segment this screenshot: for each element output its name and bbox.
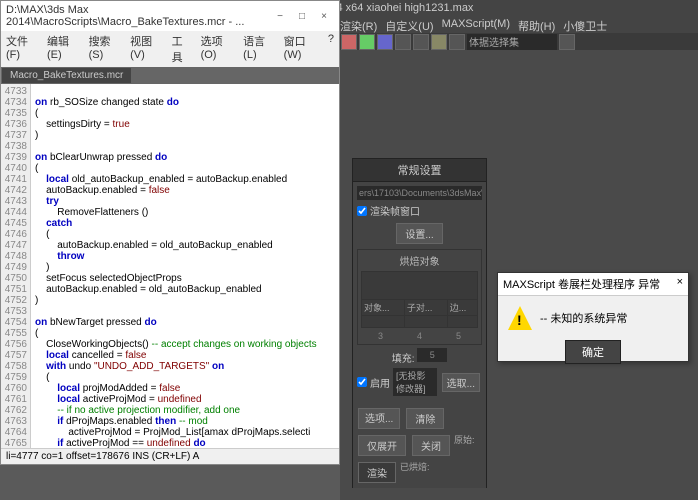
- pick-button[interactable]: 选取...: [442, 373, 480, 392]
- toolbar-icon[interactable]: [395, 34, 411, 50]
- menu-help[interactable]: ?: [328, 33, 334, 65]
- menu-language[interactable]: 语言(L): [243, 33, 274, 65]
- clear-button[interactable]: 清除: [406, 408, 444, 429]
- warning-icon: [508, 306, 532, 330]
- max-menubar: 渲染(R) 自定义(U) MAXScript(M) 帮助(H) 小傻卫士: [340, 18, 698, 34]
- options-button[interactable]: 选项...: [358, 408, 400, 429]
- enable-label: 启用: [370, 375, 390, 390]
- error-dialog: MAXScript 卷展栏处理程序 异常 × -- 未知的系统异常 确定: [497, 272, 689, 362]
- ok-button[interactable]: 确定: [565, 340, 621, 364]
- menu-view[interactable]: 视图(V): [130, 33, 162, 65]
- render-radio[interactable]: 渲染: [358, 462, 396, 483]
- fill-label: 填充:: [392, 354, 415, 365]
- menu-tools[interactable]: 工具: [172, 33, 191, 65]
- menu-search[interactable]: 搜索(S): [89, 33, 121, 65]
- rtt-dialog: 常规设置 ers\17103\Documents\3dsMax\sceneass…: [352, 158, 487, 488]
- line-gutter: 4733 4734 4735 4736 4737 4738 4739 4740 …: [1, 84, 31, 448]
- editor-tabbar: Macro_BakeTextures.mcr: [1, 67, 339, 84]
- toolbar-icon[interactable]: [449, 34, 465, 50]
- settings-button[interactable]: 设置...: [396, 223, 442, 244]
- toolbar-icon[interactable]: [413, 34, 429, 50]
- code-text[interactable]: on rb_SOSize changed state do ( settings…: [31, 84, 339, 448]
- minimize-icon[interactable]: −: [270, 9, 290, 23]
- toolbar-icon[interactable]: [377, 34, 393, 50]
- original-label: 原始:: [454, 433, 475, 458]
- baked-label: 已烘焙:: [400, 460, 430, 485]
- script-editor-window: D:\MAX\3ds Max 2014\MacroScripts\Macro_B…: [0, 0, 340, 465]
- bake-objects-table[interactable]: 对象... 子对... 边...: [361, 271, 478, 328]
- menu-customize[interactable]: 自定义(U): [385, 18, 433, 34]
- close-icon[interactable]: ×: [677, 276, 683, 292]
- num-label: 5: [456, 331, 461, 341]
- error-title-text: MAXScript 卷展栏处理程序 异常: [503, 276, 660, 292]
- output-path[interactable]: ers\17103\Documents\3dsMax\sceneass: [357, 186, 482, 200]
- toolbar-icon[interactable]: [359, 34, 375, 50]
- menu-file[interactable]: 文件(F): [6, 33, 37, 65]
- col-object[interactable]: 对象...: [362, 300, 405, 316]
- maximize-icon[interactable]: □: [292, 9, 312, 23]
- unwrap-only-button[interactable]: 仅展开: [358, 435, 406, 456]
- close-icon[interactable]: ×: [314, 9, 334, 23]
- toolbar-icon[interactable]: [341, 34, 357, 50]
- render-frame-window-check[interactable]: [357, 206, 367, 216]
- enable-check[interactable]: [357, 377, 367, 387]
- fill-spinner[interactable]: 5: [417, 348, 447, 362]
- close-button[interactable]: 关闭: [412, 435, 450, 456]
- col-edge[interactable]: 边...: [447, 300, 477, 316]
- toolbar-icon[interactable]: [559, 34, 575, 50]
- menu-edit[interactable]: 编辑(E): [47, 33, 79, 65]
- editor-titlebar[interactable]: D:\MAX\3ds Max 2014\MacroScripts\Macro_B…: [1, 1, 339, 31]
- menu-render[interactable]: 渲染(R): [340, 18, 377, 34]
- toolbar-icon[interactable]: [431, 34, 447, 50]
- menu-window[interactable]: 窗口(W): [284, 33, 318, 65]
- rtt-footer: 选项... 清除 仅展开 关闭 原始: 渲染 已烘焙:: [353, 403, 486, 488]
- editor-statusbar: li=4777 co=1 offset=178676 INS (CR+LF) A: [1, 448, 339, 464]
- menu-options[interactable]: 选项(O): [201, 33, 234, 65]
- num-label: 3: [378, 331, 383, 341]
- code-area[interactable]: 4733 4734 4735 4736 4737 4738 4739 4740 …: [1, 84, 339, 448]
- menu-plugin[interactable]: 小傻卫士: [563, 18, 607, 34]
- bake-objects-title: 烘焙对象: [361, 253, 478, 268]
- menu-maxscript[interactable]: MAXScript(M): [442, 18, 510, 34]
- render-frame-window-label: 渲染帧窗口: [370, 203, 420, 218]
- menu-help[interactable]: 帮助(H): [518, 18, 555, 34]
- error-titlebar[interactable]: MAXScript 卷展栏处理程序 异常 ×: [498, 273, 688, 296]
- max-toolbar: 体据选择集: [340, 33, 698, 51]
- projection-dropdown[interactable]: [无投影修改器]: [393, 368, 437, 396]
- editor-title-text: D:\MAX\3ds Max 2014\MacroScripts\Macro_B…: [6, 4, 270, 28]
- col-subobj[interactable]: 子对...: [404, 300, 447, 316]
- file-tab[interactable]: Macro_BakeTextures.mcr: [2, 68, 131, 83]
- rtt-section-title[interactable]: 常规设置: [353, 159, 486, 182]
- error-message: -- 未知的系统异常: [540, 310, 627, 326]
- num-label: 4: [417, 331, 422, 341]
- editor-menubar: 文件(F) 编辑(E) 搜索(S) 视图(V) 工具 选项(O) 语言(L) 窗…: [1, 31, 339, 67]
- selection-set-dropdown[interactable]: 体据选择集: [467, 34, 557, 50]
